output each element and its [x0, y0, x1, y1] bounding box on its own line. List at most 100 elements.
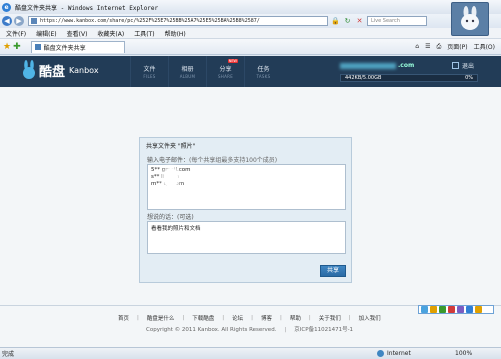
- page-icon: [31, 18, 37, 24]
- message-label: 想说的话：(可选): [147, 214, 194, 221]
- tab-bar: ★ ✚ 酷盘文件夹共享 ⌂ ☰ ⎙ 页面(P) 工具(O): [0, 39, 501, 55]
- status-text: 完成: [2, 351, 15, 358]
- site-header: 酷盘 Kanbox 文件 FILES 相册 ALBUM NEW 分享 SHARE…: [0, 56, 501, 87]
- share-folder-dialog: 共享文件夹 "照片" 输入电子邮件：(每个共享组最多支持100个成员) 5** …: [139, 137, 352, 283]
- tools-menu[interactable]: 工具(O): [474, 42, 495, 51]
- window-title: 酷盘文件夹共享 - Windows Internet Explorer: [15, 4, 159, 12]
- feeds-icon[interactable]: ☰: [425, 43, 430, 50]
- email-label: 输入电子邮件：(每个共享组最多支持100个成员): [147, 155, 277, 164]
- footer-links: 首页 | 酷盘是什么 | 下载酷盘 | 论坛 | 博客 | 帮助 | 关于我们 | 加入我们: [118, 314, 381, 322]
- message-textarea[interactable]: 看看我的照片和文档: [147, 221, 346, 254]
- menu-tools[interactable]: 工具(T): [134, 29, 154, 38]
- copyright-line: Copyright © 2011 Kanbox. All Rights Rese…: [146, 327, 354, 333]
- browser-statusbar: 完成 Internet 100%: [0, 347, 501, 359]
- footer-link-forum[interactable]: 论坛: [232, 314, 243, 322]
- add-favorite-icon[interactable]: ✚: [13, 42, 21, 52]
- logout-link[interactable]: 退出: [452, 61, 474, 70]
- address-row: ◀ ▶ https://www.kanbox.com/share/pc/%252…: [0, 14, 501, 28]
- dialog-title: 共享文件夹 "照片": [146, 143, 196, 150]
- ime-icon[interactable]: [439, 306, 446, 313]
- menu-view[interactable]: 查看(V): [67, 29, 88, 38]
- ime-icon[interactable]: [457, 306, 464, 313]
- menu-bar: 文件(F) 编辑(E) 查看(V) 收藏夹(A) 工具(T) 帮助(H): [0, 28, 501, 39]
- footer-link-download[interactable]: 下载酷盘: [192, 314, 214, 322]
- zone-label: Internet: [387, 350, 411, 357]
- rabbit-logo-icon: [23, 60, 35, 79]
- nav-files[interactable]: 文件 FILES: [130, 56, 168, 87]
- rabbit-mascot-icon: [461, 6, 479, 30]
- tab-title: 酷盘文件夹共享: [43, 44, 86, 52]
- nav-album[interactable]: 相册 ALBUM: [168, 56, 206, 87]
- user-email-suffix: .com: [398, 62, 415, 69]
- logout-label: 退出: [462, 63, 475, 70]
- search-input[interactable]: Live Search: [367, 16, 427, 26]
- ime-toolbar[interactable]: [418, 305, 494, 314]
- quota-used: 442KB/5.00GB: [345, 75, 382, 81]
- new-badge: NEW: [227, 59, 238, 63]
- kanbox-logo[interactable]: 酷盘 Kanbox: [22, 60, 99, 80]
- footer-link-home[interactable]: 首页: [118, 314, 129, 322]
- email-label-text: 输入电子邮件：: [147, 157, 190, 164]
- nav-tasks-sub: TASKS: [256, 74, 271, 79]
- menu-edit[interactable]: 编辑(E): [36, 29, 56, 38]
- ime-icon[interactable]: [448, 306, 455, 313]
- kanbox-avatar: [451, 2, 489, 36]
- nav-album-sub: ALBUM: [179, 74, 196, 79]
- back-button[interactable]: ◀: [2, 16, 12, 26]
- nav-tasks[interactable]: 任务 TASKS: [244, 56, 282, 87]
- footer-link-about-kanbox[interactable]: 酷盘是什么: [147, 314, 175, 322]
- nav-share-label: 分享: [219, 66, 232, 73]
- footer-link-about-us[interactable]: 关于我们: [319, 314, 341, 322]
- message-text: 看看我的照片和文档: [151, 226, 201, 232]
- logo-cn-text: 酷盘: [39, 64, 66, 80]
- url-text: https://www.kanbox.com/share/pc/%252F%25…: [40, 18, 260, 24]
- footer-link-help[interactable]: 帮助: [290, 314, 301, 322]
- zoom-level[interactable]: 100%: [455, 350, 472, 357]
- refresh-icon[interactable]: ↻: [343, 17, 352, 26]
- nav-album-label: 相册: [181, 66, 194, 73]
- logo-en-text: Kanbox: [69, 65, 99, 75]
- main-nav: 文件 FILES 相册 ALBUM NEW 分享 SHARE 任务 TASKS: [130, 56, 282, 87]
- nav-tasks-label: 任务: [257, 66, 270, 73]
- redaction-blob: [164, 168, 178, 188]
- email-hint: (每个共享组最多支持100个成员): [189, 157, 278, 164]
- page-menu[interactable]: 页面(P): [447, 42, 467, 51]
- forward-button[interactable]: ▶: [14, 16, 24, 26]
- nav-files-label: 文件: [143, 66, 156, 73]
- footer-link-blog[interactable]: 博客: [261, 314, 272, 322]
- command-bar: ⌂ ☰ ⎙ 页面(P) 工具(O): [409, 42, 501, 52]
- footer-link-join-us[interactable]: 加入我们: [359, 314, 381, 322]
- browser-titlebar: e 酷盘文件夹共享 - Windows Internet Explorer: [0, 0, 501, 14]
- storage-quota-bar: 442KB/5.00GB 0%: [340, 74, 478, 82]
- print-icon[interactable]: ⎙: [436, 43, 441, 51]
- site-footer: 首页 | 酷盘是什么 | 下载酷盘 | 论坛 | 博客 | 帮助 | 关于我们 | 加入我们 …: [0, 305, 501, 347]
- stop-icon[interactable]: ✕: [355, 17, 364, 26]
- address-bar[interactable]: https://www.kanbox.com/share/pc/%252F%25…: [28, 16, 328, 26]
- email-textarea[interactable]: 5** gmail.com s** live.cn m** qq.com: [147, 164, 346, 210]
- copyright-text: Copyright © 2011 Kanbox. All Rights Rese…: [146, 327, 277, 333]
- ime-icon[interactable]: [421, 306, 428, 313]
- menu-file[interactable]: 文件(F): [6, 29, 26, 38]
- menu-help[interactable]: 帮助(H): [165, 29, 186, 38]
- nav-share[interactable]: NEW 分享 SHARE: [206, 56, 244, 87]
- ie-logo-icon: e: [2, 2, 11, 12]
- nav-files-sub: FILES: [143, 74, 156, 79]
- ime-icon[interactable]: [475, 306, 482, 313]
- ime-icon[interactable]: [430, 306, 437, 313]
- quota-percent: 0%: [465, 75, 473, 81]
- share-button[interactable]: 共享: [320, 265, 346, 277]
- logout-icon: [452, 62, 459, 69]
- globe-icon: [377, 350, 384, 357]
- menu-favorites[interactable]: 收藏夹(A): [97, 29, 124, 38]
- favorites-star-icon[interactable]: ★: [3, 42, 11, 52]
- ime-icon[interactable]: [466, 306, 473, 313]
- icp-text[interactable]: 京ICP备11021471号-1: [294, 327, 353, 333]
- tab-favicon-icon: [34, 44, 41, 50]
- lock-icon[interactable]: 🔒: [331, 17, 340, 26]
- nav-share-sub: SHARE: [217, 74, 234, 79]
- security-zone[interactable]: Internet: [377, 350, 411, 357]
- user-account[interactable]: .com: [340, 62, 414, 69]
- home-icon[interactable]: ⌂: [415, 43, 419, 50]
- tab-kanbox-share[interactable]: 酷盘文件夹共享: [30, 40, 125, 53]
- page-content: ➤ 共享文件夹 "照片" 输入电子邮件：(每个共享组最多支持100个成员) 5*…: [0, 87, 501, 305]
